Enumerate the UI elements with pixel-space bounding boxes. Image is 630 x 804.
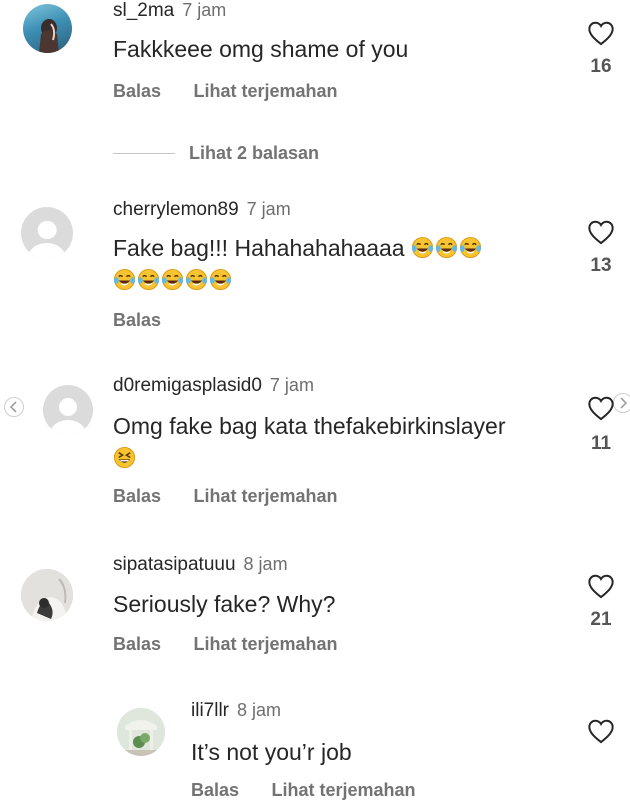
face-with-tears-of-joy-icon — [161, 268, 184, 291]
reply-button[interactable]: Balas — [191, 780, 239, 800]
comment-text: Fake bag!!! Hahahahahaaaa — [113, 232, 563, 296]
timestamp: 7 jam — [246, 199, 291, 219]
emoji-group — [411, 235, 483, 261]
heart-icon[interactable] — [587, 573, 615, 599]
comment-text: Omg fake bag kata thefakebirkinslayer — [113, 410, 573, 474]
avatar-photo-icon — [117, 708, 165, 756]
username[interactable]: ili7llr — [191, 700, 229, 721]
replies-divider — [113, 153, 175, 154]
username[interactable]: d0remigasplasid0 — [113, 375, 262, 396]
translate-link[interactable]: Lihat terjemahan — [272, 780, 416, 800]
grinning-squinting-face-icon — [113, 446, 136, 469]
face-with-tears-of-joy-icon — [435, 236, 458, 259]
like-count: 11 — [590, 433, 612, 454]
translate-link[interactable]: Lihat terjemahan — [194, 634, 338, 654]
face-with-tears-of-joy-icon — [137, 268, 160, 291]
heart-icon[interactable] — [587, 718, 615, 744]
avatar-photo-icon — [21, 569, 73, 621]
avatar[interactable] — [21, 207, 73, 259]
translate-link[interactable]: Lihat terjemahan — [194, 81, 338, 101]
next-arrow[interactable] — [613, 393, 630, 413]
chevron-right-icon — [620, 397, 628, 409]
timestamp: 7 jam — [269, 375, 314, 395]
timestamp: 8 jam — [237, 700, 282, 720]
like-count: 13 — [590, 255, 612, 276]
view-replies-button[interactable]: Lihat 2 balasan — [189, 143, 319, 164]
reply-button[interactable]: Balas — [113, 81, 161, 101]
timestamp: 7 jam — [182, 0, 227, 20]
reply-button[interactable]: Balas — [113, 310, 161, 331]
like-count: 21 — [590, 609, 612, 630]
avatar[interactable] — [21, 569, 73, 621]
username[interactable]: sipatasipatuuu — [113, 554, 236, 575]
reply-button[interactable]: Balas — [113, 486, 161, 506]
emoji-group — [113, 267, 233, 293]
heart-icon[interactable] — [587, 395, 615, 421]
username[interactable]: sl_2ma — [113, 0, 174, 21]
face-with-tears-of-joy-icon — [113, 268, 136, 291]
face-with-tears-of-joy-icon — [459, 236, 482, 259]
face-with-tears-of-joy-icon — [185, 268, 208, 291]
comment-text: It’s not you’r job — [191, 739, 352, 765]
previous-arrow[interactable] — [4, 397, 24, 417]
emoji-group — [113, 445, 137, 471]
comment-text: Fakkkeee omg shame of you — [113, 36, 409, 62]
face-with-tears-of-joy-icon — [209, 268, 232, 291]
avatar-photo-icon — [39, 19, 59, 53]
avatar[interactable] — [117, 708, 165, 756]
timestamp: 8 jam — [243, 554, 288, 574]
avatar[interactable] — [23, 4, 72, 53]
comment-text: Seriously fake? Why? — [113, 591, 336, 617]
reply-button[interactable]: Balas — [113, 634, 161, 654]
heart-icon[interactable] — [587, 20, 615, 46]
comment-text-body: Omg fake bag kata thefakebirkinslayer — [113, 413, 506, 439]
heart-icon[interactable] — [587, 219, 615, 245]
avatar[interactable] — [43, 385, 93, 435]
face-with-tears-of-joy-icon — [411, 236, 434, 259]
chevron-left-icon — [9, 401, 17, 413]
like-count: 16 — [590, 56, 612, 77]
translate-link[interactable]: Lihat terjemahan — [194, 486, 338, 506]
comment-text-body: Fake bag!!! Hahahahahaaaa — [113, 235, 405, 261]
username[interactable]: cherrylemon89 — [113, 199, 239, 220]
